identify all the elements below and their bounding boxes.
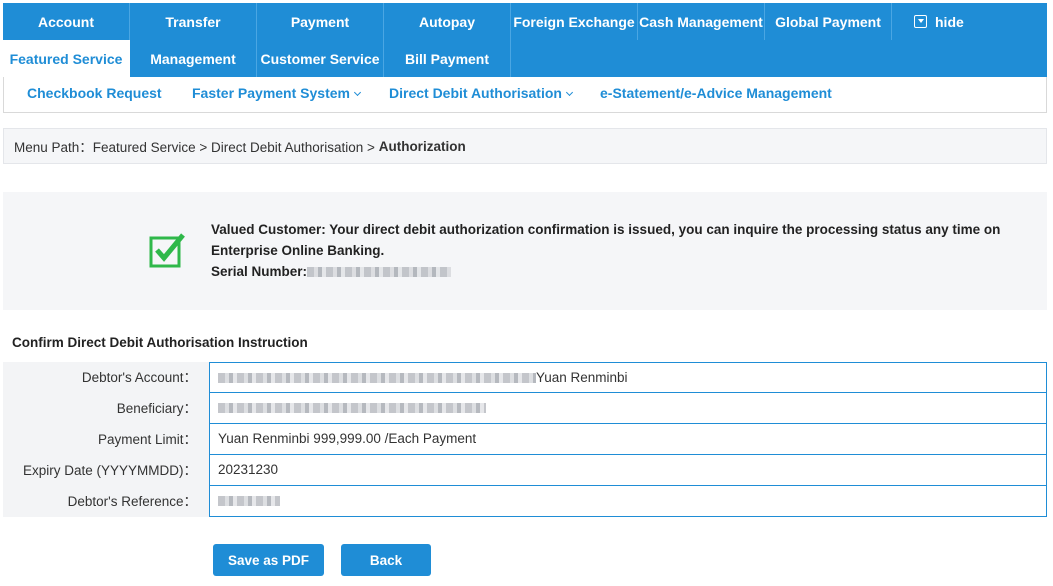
nav-item-featured-service[interactable]: Featured Service [3, 40, 130, 77]
breadcrumb: Menu Path：Featured Service > Direct Debi… [3, 128, 1047, 164]
subnav-checkbook-request[interactable]: Checkbook Request [27, 85, 162, 101]
nav-item-management[interactable]: Management [130, 40, 257, 77]
nav-row-secondary: Featured Service Management Customer Ser… [3, 40, 511, 77]
serial-number-redacted [307, 267, 452, 278]
nav-item-cash-management[interactable]: Cash Management [638, 3, 765, 40]
subnav-ddauth-label: Direct Debit Authorisation [389, 85, 562, 101]
check-icon [149, 233, 185, 268]
beneficiary-redacted [218, 403, 486, 414]
back-button[interactable]: Back [341, 544, 431, 576]
expiry-date-label: Expiry Date (YYYYMMDD)： [3, 455, 209, 486]
serial-number-line: Serial Number: [211, 261, 1031, 282]
breadcrumb-path: Menu Path：Featured Service > Direct Debi… [14, 140, 375, 155]
subnav-checkbook-label: Checkbook Request [27, 85, 162, 101]
hide-label: hide [935, 13, 964, 30]
nav-row-primary: Account Transfer Payment Autopay Foreign… [3, 3, 1019, 40]
nav-item-global-payment[interactable]: Global Payment [765, 3, 892, 40]
debtor-account-value: Yuan Renminbi [209, 362, 1047, 393]
subnav-estatement-label: e-Statement/e-Advice Management [600, 85, 832, 101]
nav-item-customer-service[interactable]: Customer Service [257, 40, 384, 77]
nav-item-payment[interactable]: Payment [257, 3, 384, 40]
chevron-down-icon [565, 88, 573, 97]
confirmation-message: Valued Customer: Your direct debit autho… [211, 219, 1031, 282]
detail-row-payment-limit: Payment Limit： Yuan Renminbi 999,999.00 … [3, 424, 1047, 455]
sub-navigation: Checkbook Request Faster Payment System … [3, 77, 1047, 113]
nav-item-bill-payment[interactable]: Bill Payment [384, 40, 511, 77]
debtor-reference-redacted [218, 496, 280, 507]
debtor-reference-value [209, 486, 1047, 517]
debtor-account-currency: Yuan Renminbi [536, 370, 628, 385]
confirmation-text: Valued Customer: Your direct debit autho… [211, 222, 1001, 258]
nav-item-account[interactable]: Account [3, 3, 130, 40]
subnav-faster-payment-system[interactable]: Faster Payment System [192, 85, 362, 101]
beneficiary-value [209, 393, 1047, 424]
subnav-fps-label: Faster Payment System [192, 85, 350, 101]
debtor-reference-label: Debtor's Reference： [3, 486, 209, 517]
detail-row-debtor-account: Debtor's Account： Yuan Renminbi [3, 362, 1047, 393]
detail-row-expiry-date: Expiry Date (YYYYMMDD)： 20231230 [3, 455, 1047, 486]
chevron-down-icon [353, 88, 362, 97]
debtor-account-redacted [218, 373, 536, 384]
instruction-details: Debtor's Account： Yuan Renminbi Benefici… [3, 362, 1047, 517]
detail-row-beneficiary: Beneficiary： [3, 393, 1047, 424]
nav-item-transfer[interactable]: Transfer [130, 3, 257, 40]
expiry-date-value: 20231230 [209, 455, 1047, 486]
serial-number-label: Serial Number: [211, 264, 308, 279]
hide-menu-button[interactable]: hide [892, 3, 1019, 40]
nav-item-foreign-exchange[interactable]: Foreign Exchange [511, 3, 638, 40]
beneficiary-label: Beneficiary： [3, 393, 209, 424]
success-message-box: Valued Customer: Your direct debit autho… [3, 192, 1047, 310]
section-title: Confirm Direct Debit Authorisation Instr… [12, 335, 308, 350]
collapse-icon [914, 15, 927, 28]
subnav-estatement-management[interactable]: e-Statement/e-Advice Management [600, 85, 832, 101]
payment-limit-label: Payment Limit： [3, 424, 209, 455]
detail-row-debtor-reference: Debtor's Reference： [3, 486, 1047, 517]
breadcrumb-current: Authorization [378, 138, 466, 154]
nav-item-autopay[interactable]: Autopay [384, 3, 511, 40]
subnav-direct-debit-authorisation[interactable]: Direct Debit Authorisation [389, 85, 573, 101]
debtor-account-label: Debtor's Account： [3, 362, 209, 393]
main-navigation: Account Transfer Payment Autopay Foreign… [3, 3, 1047, 77]
payment-limit-value: Yuan Renminbi 999,999.00 /Each Payment [209, 424, 1047, 455]
save-as-pdf-button[interactable]: Save as PDF [213, 544, 324, 576]
